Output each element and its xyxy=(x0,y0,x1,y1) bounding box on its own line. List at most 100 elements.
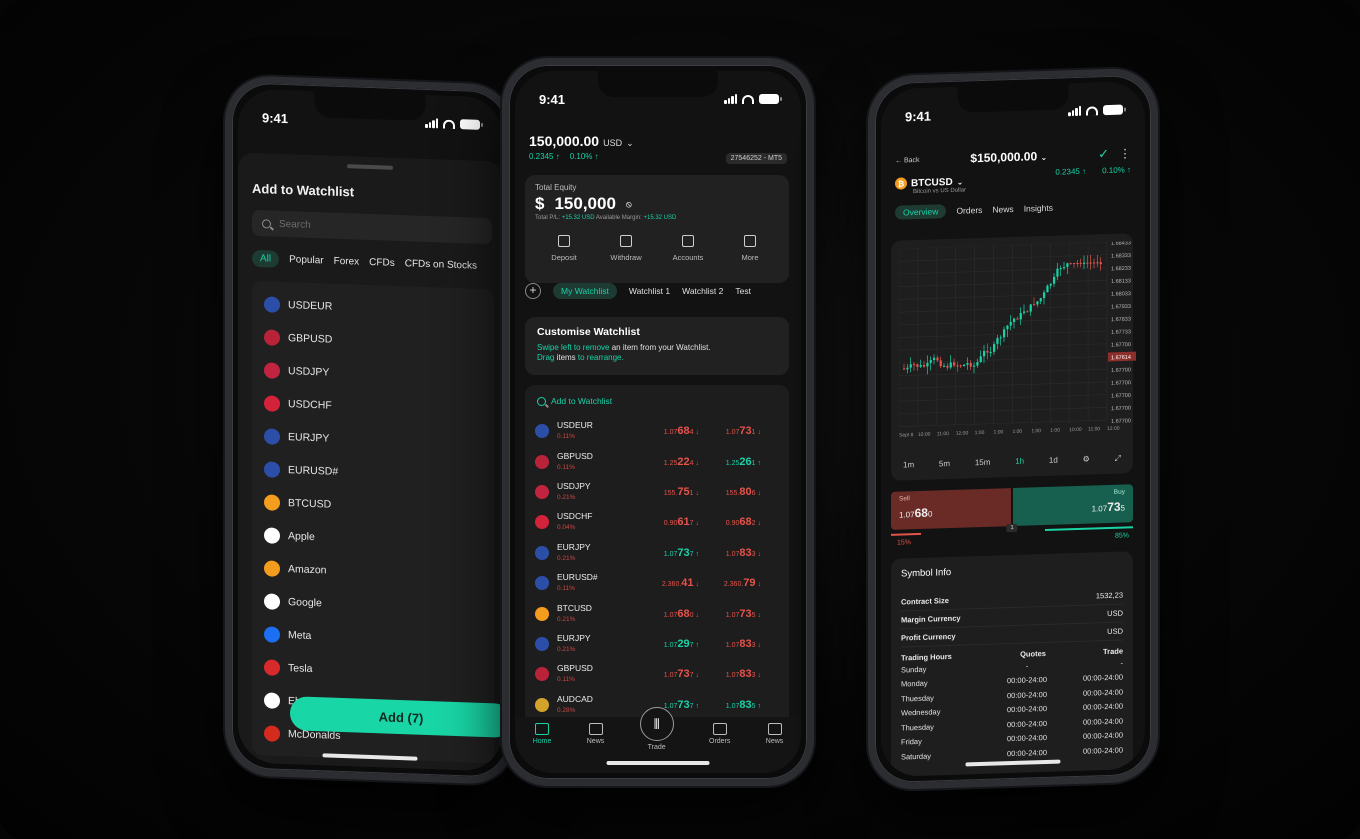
balance-selector[interactable]: 150,000.00 USD ⌄ xyxy=(529,133,787,149)
detail-tab[interactable]: Overview xyxy=(895,204,947,220)
x-tick-label: 11:00 xyxy=(1088,426,1100,432)
watchlist-tab[interactable]: My Watchlist xyxy=(553,283,617,299)
quote-row[interactable]: EURUSD# 0.11% 2.360.41 ↓ 2.360.79 ↓ xyxy=(525,568,789,598)
showcase-background: 9:41 Add to Watchlist All Popular Forex CFD… xyxy=(0,0,1360,839)
candle-body xyxy=(973,365,976,367)
candle-body xyxy=(1089,262,1092,264)
quote-symbol: EURJPY 0.21% xyxy=(557,541,591,562)
signal-icon xyxy=(724,94,737,104)
eye-hidden-icon[interactable]: ⦸ xyxy=(626,199,632,210)
timeframe-1h[interactable]: 1h xyxy=(1015,457,1024,467)
timeframe-1d[interactable]: 1d xyxy=(1049,456,1058,466)
detail-tab[interactable]: News xyxy=(992,204,1013,215)
fullscreen-icon[interactable]: ⤢ xyxy=(1115,454,1121,464)
quote-symbol: USDCHF 0.04% xyxy=(557,511,593,532)
quote-row[interactable]: USDCHF 0.04% 0.90617 ↓ 0.90682 ↓ xyxy=(525,507,789,537)
tesla-logo-icon xyxy=(264,658,280,676)
y-tick-label: 1.68133 xyxy=(1111,278,1131,285)
arrow-down-icon: ↓ xyxy=(755,641,761,649)
candle-body xyxy=(999,337,1002,339)
quote-row[interactable]: GBPUSD 0.11% 1.25224 ↓ 1.25261 ↑ xyxy=(525,446,789,476)
candle-body xyxy=(959,365,962,367)
candle-body xyxy=(916,364,919,367)
timeframe-15m[interactable]: 15m xyxy=(975,458,991,468)
buy-pct: 85% xyxy=(1114,532,1129,540)
quote-row[interactable]: EURJPY 0.21% 1.07737 ↑ 1.07833 ↓ xyxy=(525,538,789,568)
quote-row[interactable]: GBPUSD 0.11% 1.07737 ↓ 1.07833 ↓ xyxy=(525,659,789,689)
timeframe-1m[interactable]: 1m xyxy=(903,460,914,470)
action-more[interactable]: More xyxy=(725,235,775,262)
quote-symbol: EURUSD# 0.11% xyxy=(557,572,598,593)
nav-news[interactable]: News xyxy=(766,723,783,745)
change-pct: 0.10% ↑ xyxy=(1102,165,1131,176)
arrow-down-icon: ↓ xyxy=(755,581,761,589)
action-withdraw[interactable]: Withdraw xyxy=(601,235,651,262)
search-input[interactable] xyxy=(279,218,482,237)
wifi-icon xyxy=(443,119,455,129)
quote-row[interactable]: BTCUSD 0.21% 1.07680 ↓ 1.07735 ↓ xyxy=(525,598,789,628)
action-accounts[interactable]: Accounts xyxy=(663,235,713,262)
filter-tab[interactable]: All xyxy=(252,249,280,268)
action-deposit[interactable]: Deposit xyxy=(539,235,589,262)
price-chart-card: 1.68433 1.68333 1.68233 1.68133 1.68033 1.679… xyxy=(891,233,1136,481)
filter-tab[interactable]: Popular xyxy=(289,254,323,266)
candle-body xyxy=(936,357,939,361)
arrow-down-icon: ↓ xyxy=(755,550,761,558)
bitcoin-icon: ₿ xyxy=(895,177,907,190)
buy-button[interactable]: Buy 1.07735 xyxy=(1013,484,1133,526)
arrow-down-icon: ↓ xyxy=(755,672,761,680)
y-tick-label: 1.68333 xyxy=(1111,253,1131,260)
nav-trade[interactable]: ⫴ Trade xyxy=(639,707,674,751)
action-label: Accounts xyxy=(672,253,704,262)
sell-button[interactable]: Sell 1.07680 xyxy=(891,488,1011,530)
sheet-grabber[interactable] xyxy=(347,164,393,170)
candlestick-chart[interactable]: 1.68433 1.68333 1.68233 1.68133 1.68033 1.679… xyxy=(899,241,1145,445)
more-vertical-icon[interactable]: ⋮ xyxy=(1119,146,1131,160)
candle-body xyxy=(1009,322,1012,326)
watchlist-tab[interactable]: Test xyxy=(735,286,751,296)
x-tick-label: 10:00 xyxy=(1069,427,1082,433)
timeframe-5m[interactable]: 5m xyxy=(939,459,950,469)
candle-body xyxy=(1043,292,1046,299)
detail-tab[interactable]: Insights xyxy=(1024,203,1053,214)
flag-eu-jp-icon xyxy=(264,427,280,445)
sell-ratio-bar xyxy=(891,532,921,536)
flag-eu-us-icon xyxy=(264,460,280,478)
filter-tab[interactable]: CFDs xyxy=(369,257,395,269)
balance-selector[interactable]: $150,000.00 ⌄ xyxy=(970,149,1047,165)
quote-row[interactable]: USDEUR 0.11% 1.07684 ↓ 1.07731 ↓ xyxy=(525,416,789,446)
candle-body xyxy=(946,365,949,368)
quote-row[interactable]: EURJPY 0.21% 1.07297 ↑ 1.07833 ↓ xyxy=(525,629,789,659)
back-button[interactable]: ← Back xyxy=(895,156,920,164)
quote-symbol: GBPUSD 0.11% xyxy=(557,450,593,471)
bid-price: 2.360.41 ↓ xyxy=(661,577,699,590)
detail-tab[interactable]: Orders xyxy=(956,205,982,216)
search-box[interactable] xyxy=(252,209,492,245)
currency-flag-icon xyxy=(535,515,549,530)
nav-orders[interactable]: Orders xyxy=(709,723,730,745)
y-tick-label: 1.67700 xyxy=(1111,342,1131,349)
check-icon[interactable]: ✓ xyxy=(1098,146,1109,162)
filter-tab[interactable]: Forex xyxy=(334,256,360,268)
settings-icon[interactable]: ⚙ xyxy=(1083,455,1090,465)
add-to-watchlist-link[interactable]: Add to Watchlist xyxy=(537,396,789,406)
quote-row[interactable]: USDJPY 0.21% 155.751 ↓ 155.806 ↓ xyxy=(525,477,789,507)
asset-name: EURUSD# xyxy=(288,463,339,478)
meta-logo-icon xyxy=(264,625,280,643)
chevron-down-icon: ⌄ xyxy=(626,138,634,148)
customise-title: Customise Watchlist xyxy=(537,326,640,338)
account-tag[interactable]: 27546252 - MT5 xyxy=(725,153,787,164)
nav-news[interactable]: News xyxy=(587,723,604,745)
add-watchlist-plus-icon[interactable]: + xyxy=(525,283,541,299)
x-tick-label: 1:00 xyxy=(1012,429,1022,435)
y-tick-label: 1.67833 xyxy=(1111,317,1131,324)
watchlist-tab[interactable]: Watchlist 1 xyxy=(629,286,670,296)
change-value: 0.2345 ↑ xyxy=(529,152,560,161)
filter-tab[interactable]: CFDs on Stocks xyxy=(405,258,477,272)
nav-home[interactable]: Home xyxy=(533,723,551,745)
battery-icon xyxy=(759,94,782,104)
watchlist-tab[interactable]: Watchlist 2 xyxy=(682,286,723,296)
candle-body xyxy=(1029,304,1032,312)
x-tick-label: 1:00 xyxy=(1031,428,1041,434)
sell-label: Sell xyxy=(899,495,910,503)
